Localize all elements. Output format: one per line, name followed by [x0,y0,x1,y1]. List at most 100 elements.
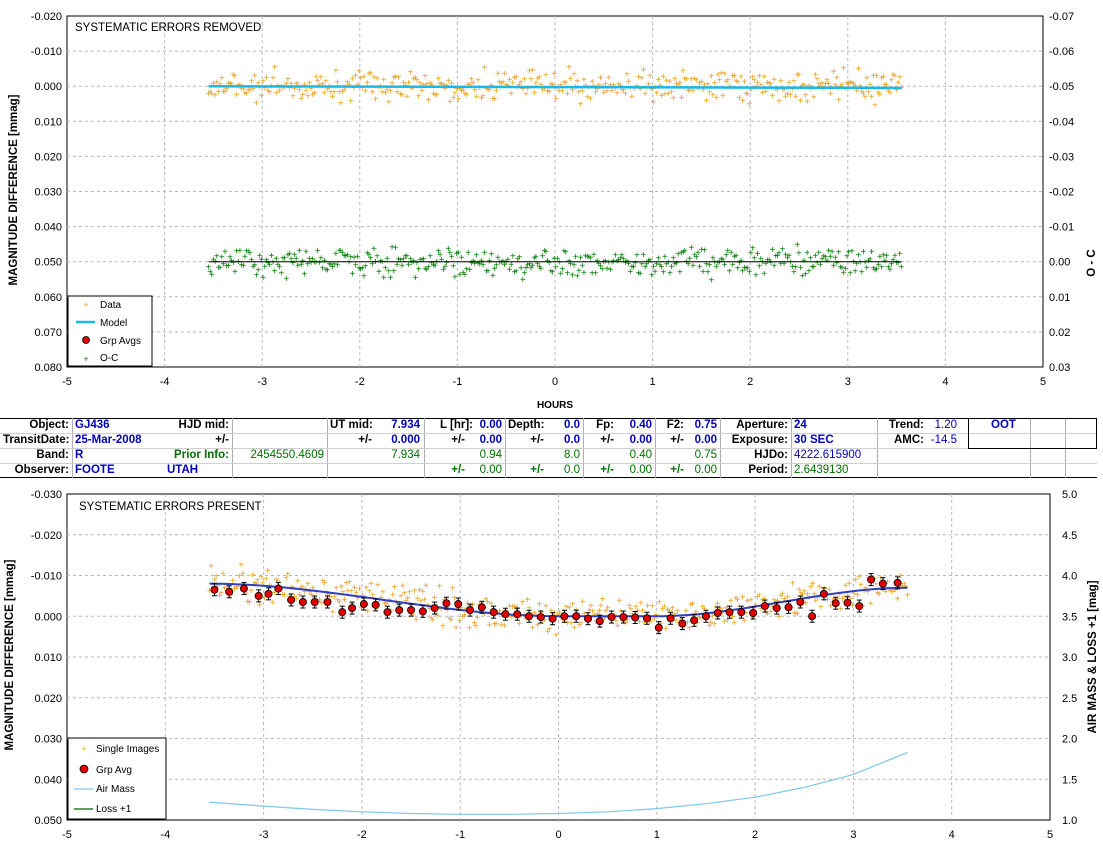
data-point: + [887,88,893,99]
grp-avg-point [264,589,273,598]
site-value: UTAH [167,464,199,476]
y-tick-label: 0.040 [34,222,62,234]
single-image-point: + [790,579,796,590]
grp-avg-point [395,606,404,615]
grp-avg-point [407,606,416,615]
y2-tick-label: 4.0 [1062,571,1077,583]
y2-tick-label: 0.01 [1049,292,1070,304]
f2-label: F2: [666,419,684,431]
x-tick-label: -3 [259,829,269,841]
y-tick-label: 0.080 [34,362,62,374]
band-label: Band: [36,449,69,461]
x-tick-label: -4 [160,376,170,388]
grp-avg-point [867,575,876,584]
oc-point: + [416,265,422,276]
y-tick-label: 0.030 [34,734,62,746]
grp-avg-point [383,608,392,617]
oc-point: + [538,264,544,275]
single-image-point: + [330,607,336,618]
grp-avg-point [666,614,675,623]
grp-avg-point [843,598,852,607]
single-image-point: + [553,631,559,642]
y2-tick-label: 0.03 [1049,362,1070,374]
data-point: + [508,89,514,100]
oc-point: + [899,263,905,274]
x-tick-label: 2 [752,829,758,841]
single-image-point: + [616,596,622,607]
depth-prior-value: 8.0 [564,449,580,461]
hjdo-value: 4222.615900 [794,449,862,461]
data-point: + [641,65,647,76]
data-point: + [348,97,354,108]
y-tick-label: -0.020 [31,11,62,23]
data-point: + [746,100,752,111]
ut-prior-value: 7.934 [391,449,420,461]
single-image-point: + [711,620,717,631]
y2-tick-label: -0.02 [1049,187,1074,199]
single-image-point: + [220,569,226,580]
y2-tick-label: 3.0 [1062,652,1077,664]
x-tick-label: 0 [552,376,558,388]
single-image-point: + [370,591,376,602]
oc-point: + [488,249,494,260]
legend: + Single Images Grp Avg Air Mass Loss +1 [67,737,167,820]
single-image-point: + [368,579,374,590]
grp-avg-point [690,616,699,625]
y2-tick-label: 2.5 [1062,693,1077,705]
l-pm-label: +/- [451,434,465,446]
data-point: + [386,98,392,109]
y-tick-label: 0.020 [34,151,62,163]
single-image-point: + [905,590,911,601]
data-point: + [670,93,676,104]
single-image-point: + [895,594,901,605]
band-value: R [75,449,84,461]
grp-avg-point [749,608,758,617]
depth-pm2-label: +/- [530,464,544,476]
oc-point: + [581,268,587,279]
oc-point: + [209,270,215,281]
depth-pm-value: 0.0 [564,434,580,446]
l-pm-value: 0.00 [479,434,502,446]
data-point: + [841,63,847,74]
grp-avg-point [489,608,498,617]
grp-avg-point [359,600,368,609]
x-tick-label: -2 [355,376,365,388]
oc-point: + [771,261,777,272]
data-point: + [525,84,531,95]
y2-tick-label: 4.5 [1062,530,1077,542]
data-point: + [713,93,719,104]
y-tick-label: 0.000 [34,81,62,93]
grp-avg-point [513,610,522,619]
fp-pm-value: 0.00 [629,434,652,446]
single-image-point: + [318,598,324,609]
oc-point: + [297,246,303,257]
data-point: + [219,74,225,85]
f2-pm2-value: 0.00 [694,464,717,476]
single-image-point: + [265,566,271,577]
x-tick-label: -2 [357,829,367,841]
object-value: GJ436 [75,419,110,431]
data-point: + [551,69,557,80]
grp-avg-point [772,604,781,613]
grp-avg-point [808,612,817,621]
legend-airmass: Air Mass [96,784,135,795]
grp-avg-point [760,602,769,611]
data-point: + [464,90,470,101]
grp-avg-point [225,587,234,596]
x-tick-labels: -5 -4 -3 -2 -1 0 1 2 3 4 5 [62,376,1046,388]
single-image-point: + [440,622,446,633]
single-image-point: + [580,597,586,608]
exposure-value: 30 SEC [794,434,834,446]
y2-tick-label: -0.01 [1049,222,1074,234]
grp-avg-point [548,614,557,623]
exposure-label: Exposure: [731,434,788,446]
aperture-label: Aperture: [736,419,788,431]
legend-single: Single Images [96,744,159,755]
grp-avg-point [536,613,545,622]
grp-avg-point [737,608,746,617]
x-tick-label: -5 [62,829,72,841]
grp-avg-point [501,610,510,619]
y-tick-label: 0.040 [34,774,62,786]
y-tick-label: 0.050 [34,815,62,827]
legend-model: Model [100,318,127,329]
